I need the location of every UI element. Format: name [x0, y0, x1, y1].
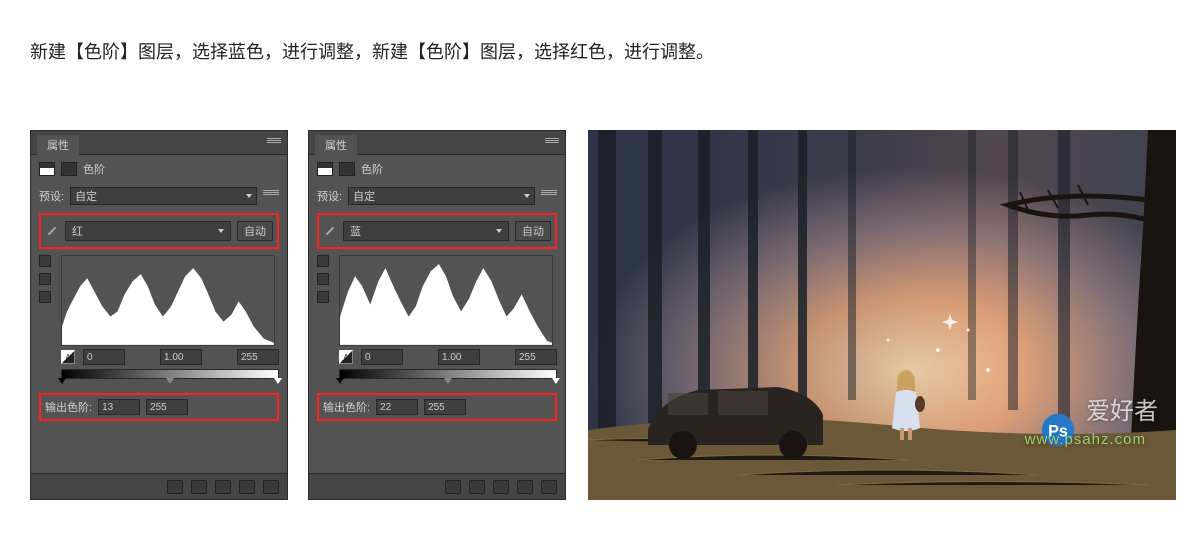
view-previous-icon[interactable]	[191, 480, 207, 494]
slider-black[interactable]	[336, 378, 344, 384]
panel-tab[interactable]: 属性	[315, 135, 357, 155]
channel-value: 蓝	[350, 223, 361, 239]
view-previous-icon[interactable]	[469, 480, 485, 494]
histogram	[39, 255, 279, 345]
levels-icon	[39, 162, 55, 176]
preset-value: 自定	[353, 188, 375, 204]
preset-row: 预设: 自定	[31, 183, 287, 213]
properties-panel-red: 属性 色阶 预设: 自定 红 自动	[30, 130, 288, 500]
output-label: 输出色阶:	[323, 399, 370, 415]
clip-icon[interactable]	[167, 480, 183, 494]
auto-button[interactable]: 自动	[237, 221, 273, 241]
panel-footer	[31, 473, 287, 499]
panel-footer	[309, 473, 565, 499]
trash-icon[interactable]	[263, 480, 279, 494]
mask-icon[interactable]	[61, 162, 77, 176]
clip-icon[interactable]	[445, 480, 461, 494]
histogram-chart	[61, 255, 275, 346]
preset-select[interactable]: 自定	[70, 187, 257, 205]
levels-icon	[317, 162, 333, 176]
preset-label: 预设:	[317, 188, 342, 204]
contrast-icon[interactable]: A	[61, 350, 75, 364]
input-levels-row: A 0 1.00 255	[317, 349, 557, 365]
preset-label: 预设:	[39, 188, 64, 204]
chevron-down-icon	[246, 194, 252, 198]
slider-black[interactable]	[58, 378, 66, 384]
watermark-url: www.psahz.com	[1025, 431, 1146, 448]
histogram-chart	[339, 255, 553, 346]
adjustment-type-row: 色阶	[309, 155, 565, 183]
chevron-down-icon	[524, 194, 530, 198]
adjustment-type-label: 色阶	[83, 161, 105, 177]
contrast-icon[interactable]: A	[339, 350, 353, 364]
reset-icon[interactable]	[215, 480, 231, 494]
input-black-field[interactable]: 0	[361, 349, 403, 365]
output-low-field[interactable]: 13	[98, 399, 140, 415]
result-preview-image: Ps 爱好者 www.psahz.com	[588, 130, 1176, 500]
output-label: 输出色阶:	[45, 399, 92, 415]
panel-tab[interactable]: 属性	[37, 135, 79, 155]
input-white-field[interactable]: 255	[237, 349, 279, 365]
slider-white[interactable]	[274, 378, 282, 384]
output-levels-highlight: 输出色阶: 22 255	[317, 393, 557, 421]
chevron-down-icon	[496, 229, 502, 233]
channel-select-highlight: 蓝 自动	[317, 213, 557, 249]
eyedropper-column	[317, 255, 335, 303]
reset-icon[interactable]	[493, 480, 509, 494]
input-gradient[interactable]	[339, 369, 557, 379]
visibility-icon[interactable]	[239, 480, 255, 494]
panel-menu-icon[interactable]	[267, 138, 281, 148]
eyedropper-white-icon[interactable]	[317, 291, 329, 303]
eyedropper-gray-icon[interactable]	[317, 273, 329, 285]
auto-button[interactable]: 自动	[515, 221, 551, 241]
preset-select[interactable]: 自定	[348, 187, 535, 205]
channel-value: 红	[72, 223, 83, 239]
eyedropper-icon[interactable]	[323, 224, 337, 238]
eyedropper-icon[interactable]	[45, 224, 59, 238]
watermark-text: 爱好者	[1086, 391, 1158, 426]
preset-row: 预设: 自定	[309, 183, 565, 213]
output-high-field[interactable]: 255	[146, 399, 188, 415]
mask-icon[interactable]	[339, 162, 355, 176]
input-levels-row: A 0 1.00 255	[39, 349, 279, 365]
input-gamma-field[interactable]: 1.00	[438, 349, 480, 365]
trash-icon[interactable]	[541, 480, 557, 494]
preset-menu-icon[interactable]	[263, 190, 279, 202]
input-white-field[interactable]: 255	[515, 349, 557, 365]
instruction-text: 新建【色阶】图层，选择蓝色，进行调整，新建【色阶】图层，选择红色，进行调整。	[30, 38, 714, 64]
input-gamma-field[interactable]: 1.00	[160, 349, 202, 365]
output-low-field[interactable]: 22	[376, 399, 418, 415]
histogram	[317, 255, 557, 345]
preset-value: 自定	[75, 188, 97, 204]
output-high-field[interactable]: 255	[424, 399, 466, 415]
panel-header: 属性	[31, 131, 287, 155]
eyedropper-white-icon[interactable]	[39, 291, 51, 303]
visibility-icon[interactable]	[517, 480, 533, 494]
slider-white[interactable]	[552, 378, 560, 384]
channel-select[interactable]: 红	[65, 221, 231, 241]
eyedropper-column	[39, 255, 57, 303]
channel-select[interactable]: 蓝	[343, 221, 509, 241]
input-black-field[interactable]: 0	[83, 349, 125, 365]
chevron-down-icon	[218, 229, 224, 233]
input-gradient[interactable]	[61, 369, 279, 379]
properties-panel-blue: 属性 色阶 预设: 自定 蓝 自动	[308, 130, 566, 500]
eyedropper-black-icon[interactable]	[317, 255, 329, 267]
eyedropper-gray-icon[interactable]	[39, 273, 51, 285]
adjustment-type-row: 色阶	[31, 155, 287, 183]
preset-menu-icon[interactable]	[541, 190, 557, 202]
panel-header: 属性	[309, 131, 565, 155]
slider-gray[interactable]	[444, 378, 452, 384]
slider-gray[interactable]	[166, 378, 174, 384]
eyedropper-black-icon[interactable]	[39, 255, 51, 267]
properties-panels-group: 属性 色阶 预设: 自定 红 自动	[30, 130, 566, 500]
panel-menu-icon[interactable]	[545, 138, 559, 148]
adjustment-type-label: 色阶	[361, 161, 383, 177]
channel-select-highlight: 红 自动	[39, 213, 279, 249]
output-levels-highlight: 输出色阶: 13 255	[39, 393, 279, 421]
